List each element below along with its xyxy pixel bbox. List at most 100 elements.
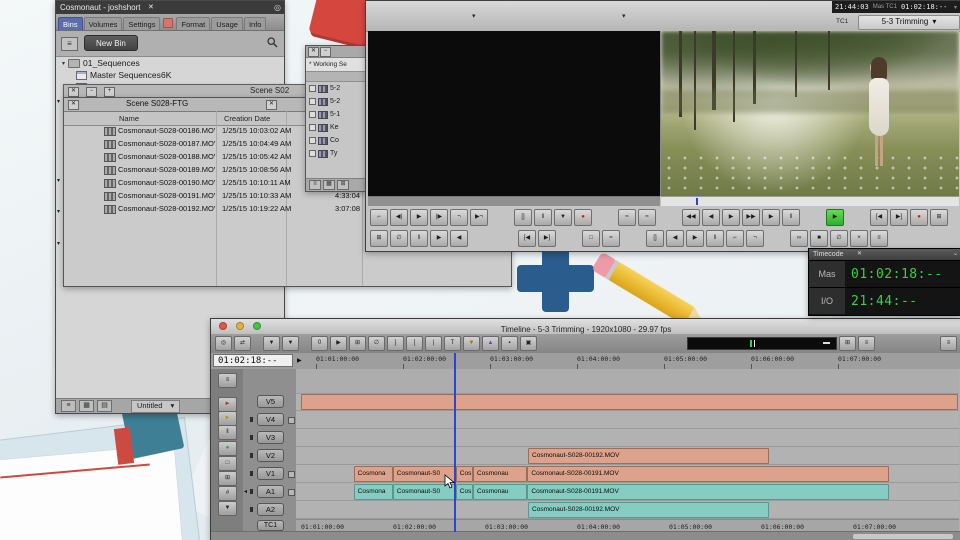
keyframe-button[interactable]: ▲ [482,336,499,351]
disclosure-triangle-icon[interactable]: ▾ [57,98,60,105]
patch-arrow-icon[interactable]: ◂ [244,488,247,495]
brief-view-icon[interactable]: ▦ [79,400,94,412]
minimize-icon[interactable]: − [320,47,331,57]
timeline-clip[interactable]: Cosmona [353,484,393,500]
disclosure-triangle-icon[interactable]: ▾ [62,60,65,67]
bar-button[interactable]: | [425,336,442,351]
quad-button[interactable]: ⊞ [218,471,237,486]
timeline-clip[interactable]: Cosmonau [473,484,528,500]
focus-button[interactable]: ◎ [215,336,232,351]
play-mark-button[interactable]: ▶ [330,336,347,351]
composer-topbar[interactable]: ▾ ▾ 21:44:03 Mas TC1 01:02:18:-- ▾ TC1 5… [366,1,960,32]
pause-button[interactable]: ‖ [706,230,724,247]
chevron-down-icon[interactable]: ⌄ [953,249,958,260]
timeline-timecode-display[interactable]: 01:02:18:-- [213,354,293,367]
res-button[interactable]: ▪ [501,336,518,351]
prev-button[interactable]: ◀ [666,230,684,247]
scrollbar-thumb[interactable] [853,534,953,539]
next-button[interactable]: ▶ [430,230,448,247]
working-bin-titlebar[interactable]: ✕ − [306,46,366,58]
pause-button[interactable]: ‖ [534,209,552,226]
fast-menu-icon[interactable]: ≡ [61,37,78,51]
timeline-clip[interactable]: Cosmonau [473,466,528,482]
track-lanes[interactable]: 01:01:00:00 01:02:00:00 01:03:00:00 01:04:0… [296,369,959,533]
playhead[interactable] [454,353,456,532]
cross-button[interactable]: × [850,230,868,247]
working-bin-row[interactable]: 5-2 [306,95,366,108]
close-icon[interactable]: ✕ [857,249,862,260]
source-track-label[interactable]: TC1 [836,18,848,25]
trim-left-button[interactable]: [◀ [870,209,888,226]
prev-button[interactable]: ◀ [702,209,720,226]
tab-settings[interactable]: Settings [123,17,161,30]
disclosure-triangle-icon[interactable]: ▾ [57,208,60,215]
working-bin-tab[interactable]: * Working Se [306,58,366,72]
working-bin-row[interactable]: Ke [306,121,366,134]
next-button[interactable]: ▶ [686,230,704,247]
tab-info[interactable]: Info [243,17,267,30]
timeline-ruler[interactable]: 01:01:00:00 01:02:00:00 01:03:00:00 01:04:0… [296,353,959,369]
working-bin-row[interactable]: Ty [306,147,366,160]
stop-button[interactable]: ■ [810,230,828,247]
track-button-v4[interactable]: V4 [257,413,284,426]
position-indicator[interactable] [696,198,698,205]
timeline-clip[interactable]: Cosmonaut-S028-00192.MOV [528,448,770,464]
bars-button[interactable]: ‖ [218,425,237,440]
chevron-down-icon[interactable]: ▾ [954,4,957,11]
ffwd-button[interactable]: ▶▶ [742,209,760,226]
tree-item[interactable]: Master Sequences 6K [56,69,284,81]
fast-menu-button[interactable]: ≡ [218,373,237,388]
track-button-v1[interactable]: V1 [257,467,284,480]
next-button[interactable]: ▶ [722,209,740,226]
minimize-traffic-light[interactable] [236,322,244,330]
fast-menu-button[interactable]: ≡ [858,336,875,351]
motion-button[interactable]: ≈ [618,209,636,226]
record-dot-button[interactable]: ● [574,209,592,226]
checkbox-icon[interactable] [309,150,316,157]
track-button-v3[interactable]: V3 [257,431,284,444]
track-button-tc1[interactable]: TC1 [257,520,284,531]
mark-clip-button[interactable]: [] [646,230,664,247]
track-button-v2[interactable]: V2 [257,449,284,462]
timeline-clip[interactable]: Cosmonaut-S028-00192.MOV [528,502,770,518]
window-menu-icon[interactable]: ◎ [274,1,281,14]
swap-button[interactable]: ⇄ [234,336,251,351]
wave-button[interactable]: ≈ [602,230,620,247]
working-bin-row[interactable]: 5-1 [306,108,366,121]
text-view-icon[interactable]: ▤ [97,400,112,412]
step-fwd-button[interactable]: |▶ [430,209,448,226]
record-monitor[interactable] [661,31,959,196]
sequence-name-button[interactable]: 5-3 Trimming ▾ [858,15,960,30]
checkbox-icon[interactable] [309,98,316,105]
timeline-titlebar[interactable]: Timeline - 5-3 Trimming - 1920x1080 - 29… [211,319,960,335]
checkbox-icon[interactable] [309,124,316,131]
timeline-clip[interactable] [301,394,958,410]
green-dot-button[interactable]: ● [218,441,237,456]
pause-button[interactable]: ‖ [410,230,428,247]
zoom-traffic-light[interactable] [253,322,261,330]
timecode-panel-titlebar[interactable]: Timecode ✕ ⌄ [809,249,960,260]
close-icon[interactable]: ✕ [266,100,277,110]
add-edit-button[interactable]: ▼ [554,209,572,226]
grid-button[interactable]: ⊞ [349,336,366,351]
quad-button[interactable]: ⊞ [370,230,388,247]
track-monitor-box[interactable] [288,417,295,424]
timeline-clip[interactable]: Cosmonaut-S028-00191.MOV [527,466,890,482]
play-button[interactable]: ▶ [410,209,428,226]
pause2-button[interactable]: ‖ [782,209,800,226]
slash-button[interactable]: ∅ [368,336,385,351]
track-monitor-box[interactable] [288,471,295,478]
step-back-button[interactable]: ◀| [390,209,408,226]
hash-button[interactable]: # [218,486,237,501]
track-lane-v4[interactable] [296,411,959,429]
fast-menu-button[interactable]: ≡ [870,230,888,247]
timeline-clip[interactable]: Cos [455,466,474,482]
toggle-button[interactable]: ▣ [520,336,537,351]
bin-view-preset[interactable]: Untitled ▾ [131,399,181,413]
zero-button[interactable]: 0 [311,336,328,351]
record-red-button[interactable]: ● [910,209,928,226]
source-monitor[interactable] [368,31,661,196]
tab-volumes[interactable]: Volumes [83,17,123,30]
mark-out-button[interactable]: ¬ [746,230,764,247]
timeline-position-bar[interactable] [687,337,837,350]
